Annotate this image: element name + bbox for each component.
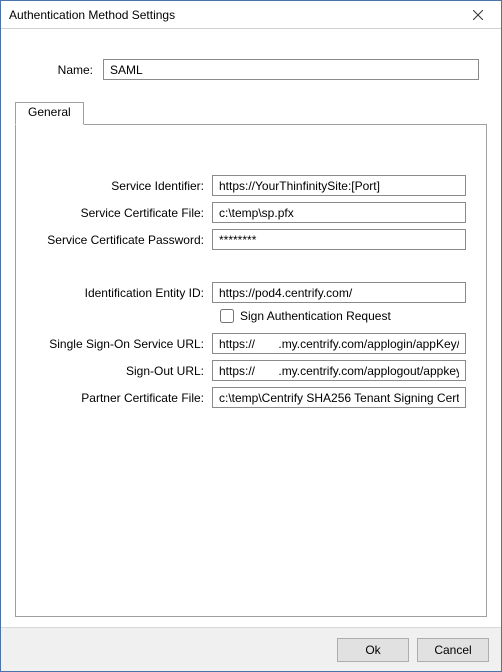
input-ident-entity-id[interactable] — [212, 282, 466, 303]
window-title: Authentication Method Settings — [9, 8, 175, 22]
tab-panel-general: Service Identifier: Service Certificate … — [15, 124, 487, 617]
input-service-cert-pass[interactable] — [212, 229, 466, 250]
label-service-identifier: Service Identifier: — [36, 179, 212, 193]
row-partner-cert-file: Partner Certificate File: — [36, 387, 466, 408]
name-input[interactable] — [103, 59, 479, 80]
input-partner-cert-file[interactable] — [212, 387, 466, 408]
input-service-cert-file[interactable] — [212, 202, 466, 223]
label-partner-cert-file: Partner Certificate File: — [36, 391, 212, 405]
label-sso-url: Single Sign-On Service URL: — [36, 337, 212, 351]
tab-area: General Service Identifier: Service Cert… — [15, 102, 487, 617]
ok-button[interactable]: Ok — [337, 638, 409, 662]
input-signout-url[interactable] — [212, 360, 466, 381]
tabstrip: General — [15, 102, 487, 124]
label-service-cert-file: Service Certificate File: — [36, 206, 212, 220]
row-service-cert-file: Service Certificate File: — [36, 202, 466, 223]
row-ident-entity-id: Identification Entity ID: — [36, 282, 466, 303]
cancel-button[interactable]: Cancel — [417, 638, 489, 662]
row-sso-url: Single Sign-On Service URL: — [36, 333, 466, 354]
row-signout-url: Sign-Out URL: — [36, 360, 466, 381]
row-service-identifier: Service Identifier: — [36, 175, 466, 196]
input-service-identifier[interactable] — [212, 175, 466, 196]
name-label: Name: — [23, 63, 103, 77]
label-signout-url: Sign-Out URL: — [36, 364, 212, 378]
label-ident-entity-id: Identification Entity ID: — [36, 286, 212, 300]
row-service-cert-pass: Service Certificate Password: — [36, 229, 466, 250]
footer: Ok Cancel — [1, 627, 501, 671]
checkbox-sign-request[interactable] — [220, 309, 234, 323]
name-row: Name: — [23, 59, 479, 80]
label-service-cert-pass: Service Certificate Password: — [36, 233, 212, 247]
dialog-window: Authentication Method Settings Name: Gen… — [0, 0, 502, 672]
close-button[interactable] — [455, 1, 501, 28]
tab-general[interactable]: General — [15, 102, 84, 125]
titlebar: Authentication Method Settings — [1, 1, 501, 29]
label-sign-request: Sign Authentication Request — [240, 309, 391, 323]
close-icon — [473, 10, 483, 20]
row-sign-request: Sign Authentication Request — [220, 309, 466, 323]
input-sso-url[interactable] — [212, 333, 466, 354]
content-area: Name: General Service Identifier: Servic… — [1, 29, 501, 627]
